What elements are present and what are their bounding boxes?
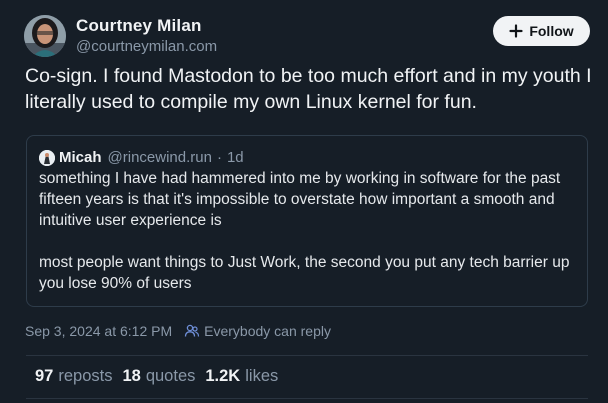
quotes-stat[interactable]: 18 quotes [122, 367, 195, 386]
likes-count: 1.2K [205, 367, 241, 385]
author-name[interactable]: Courtney Milan [76, 16, 202, 36]
post-text: Co-sign. I found Mastodon to be too much… [25, 65, 592, 113]
post-at: at [104, 323, 117, 339]
quoted-post-body: something I have had hammered into me by… [39, 168, 575, 294]
quoted-timestamp[interactable]: 1d [227, 149, 244, 166]
author-handle[interactable]: @courtneymilan.com [76, 38, 217, 55]
post-thread-item: Courtney Milan @courtneymilan.com Follow… [0, 0, 608, 403]
quoted-post[interactable]: Micah @rincewind.run · 1d something I ha… [26, 135, 588, 307]
quoted-paragraph: most people want things to Just Work, th… [39, 254, 570, 292]
post-date: Sep 3, 2024 [25, 323, 101, 339]
reposts-stat[interactable]: 97 reposts [35, 367, 112, 386]
quoted-paragraph: something I have had hammered into me by… [39, 170, 561, 229]
likes-label: likes [245, 367, 279, 385]
post-stats: 97 reposts 18 quotes 1.2K likes [35, 367, 288, 386]
quoted-separator: · [216, 149, 222, 166]
quoted-author-handle[interactable]: @rincewind.run [108, 149, 212, 166]
author-avatar[interactable] [24, 15, 66, 57]
quoted-author-name[interactable]: Micah [59, 149, 102, 166]
reposts-count: 97 [35, 367, 54, 385]
author-avatar-icon [24, 15, 66, 57]
likes-stat[interactable]: 1.2K likes [205, 367, 278, 386]
follow-button[interactable]: Follow [493, 16, 590, 46]
quoted-author-avatar[interactable] [39, 149, 55, 166]
reply-setting[interactable]: Everybody can reply [204, 323, 331, 339]
plus-icon [509, 24, 523, 38]
post-meta: Sep 3, 2024 at 6:12 PM Everybody can rep… [25, 323, 331, 339]
quotes-label: quotes [145, 367, 196, 385]
divider [26, 398, 588, 399]
quoted-author-avatar-icon [39, 149, 55, 166]
divider [26, 355, 588, 356]
quotes-count: 18 [122, 367, 141, 385]
quoted-post-header: Micah @rincewind.run · 1d [39, 149, 244, 166]
follow-button-label: Follow [529, 23, 574, 39]
post-time: 6:12 PM [119, 323, 173, 339]
people-icon [184, 324, 200, 337]
reposts-label: reposts [58, 367, 113, 385]
